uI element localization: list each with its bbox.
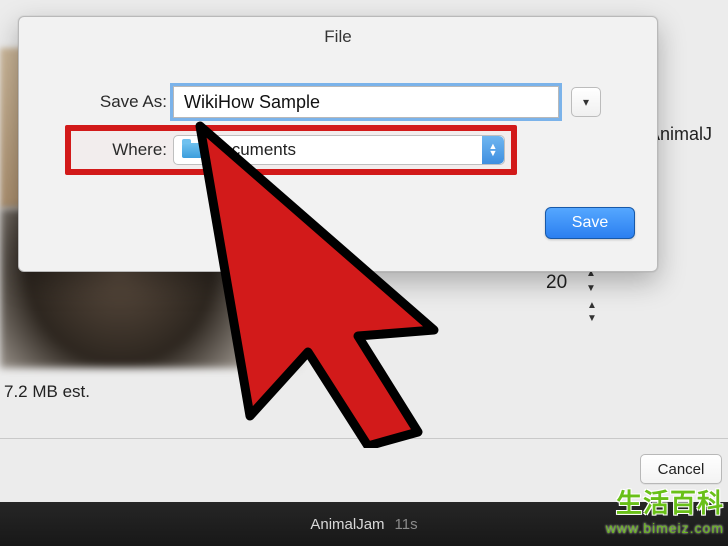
save-sheet: File Save As: ▾ Where: Documents ▲▼ Save [18, 16, 658, 272]
save-as-row: Save As: ▾ [75, 85, 601, 119]
where-label: Where: [75, 140, 173, 160]
horizontal-divider [0, 438, 728, 439]
cancel-button[interactable]: Cancel [640, 454, 722, 484]
save-button[interactable]: Save [545, 207, 635, 239]
stepper-down-icon: ▼ [587, 313, 597, 324]
stepper-down-icon: ▼ [586, 283, 596, 294]
chevron-down-icon: ▾ [583, 95, 589, 109]
watermark-text: 生活百科 [606, 483, 724, 520]
clip-name: AnimalJam [310, 516, 384, 533]
folder-icon [182, 143, 202, 158]
where-row: Where: Documents ▲▼ [75, 133, 505, 167]
screenshot-root: 7.2 MB est. AnimalJ 20 ▲ ▼ ▲ ▼ Cancel Fi… [0, 0, 728, 546]
save-as-label: Save As: [75, 92, 173, 112]
clip-duration: 11s [395, 516, 418, 533]
watermark: 生活百科 www.bimeiz.com [606, 483, 724, 536]
sheet-title: File [19, 27, 657, 47]
watermark-url: www.bimeiz.com [606, 520, 724, 536]
updown-icon: ▲▼ [482, 136, 504, 164]
numeric-value: 20 [546, 272, 567, 294]
stepper-control-2[interactable]: ▲ ▼ [583, 300, 601, 324]
where-dropdown[interactable]: Documents ▲▼ [173, 135, 505, 165]
where-selected-value: Documents [210, 140, 296, 160]
save-as-input[interactable] [173, 86, 559, 118]
expand-dialog-button[interactable]: ▾ [571, 87, 601, 117]
stepper-up-icon: ▲ [587, 300, 597, 311]
file-size-estimate: 7.2 MB est. [4, 382, 90, 402]
